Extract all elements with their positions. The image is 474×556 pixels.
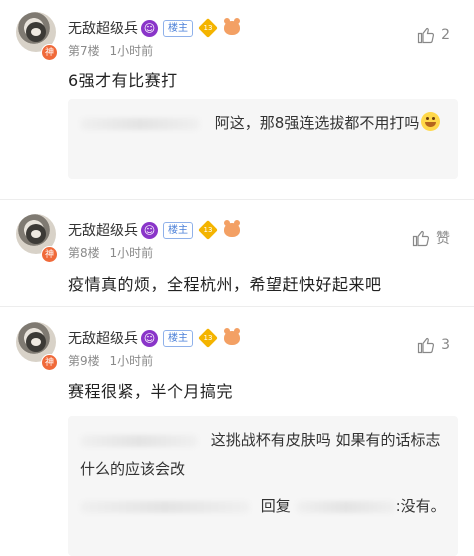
fan-badge-icon [224, 328, 240, 345]
fan-badge-icon [224, 18, 240, 35]
post-content: 6强才有比赛打 [68, 71, 178, 90]
devil-icon: ☺ [141, 329, 158, 347]
post-content: 赛程很紧，半个月搞完 [68, 382, 234, 401]
like-button[interactable]: 赞 [412, 228, 450, 248]
devil-icon: ☺ [141, 221, 158, 239]
like-count: 赞 [436, 231, 450, 247]
floor-number: 第8楼 [68, 246, 100, 260]
post-time: 1小时前 [109, 44, 154, 58]
post-time: 1小时前 [109, 246, 154, 260]
level-icon: 13 [198, 18, 218, 38]
level-icon: 13 [198, 328, 218, 348]
avatar-badge: 神 [41, 246, 58, 263]
blurred-username [80, 117, 200, 130]
post-meta: 第9楼 1小时前 [68, 352, 153, 369]
owner-badge: 楼主 [163, 19, 193, 37]
owner-badge: 楼主 [163, 221, 193, 239]
blurred-username [295, 500, 396, 513]
username[interactable]: 无敌超级兵 [68, 220, 138, 240]
divider [0, 199, 474, 200]
thumbs-up-icon [417, 337, 435, 354]
post-content: 疫情真的烦，全程杭州，希望赶快好起来吧 [68, 275, 382, 294]
post-meta: 第7楼 1小时前 [68, 42, 153, 59]
blurred-username [80, 434, 198, 447]
like-count: 2 [441, 27, 450, 43]
reply-box[interactable]: 这挑战杯有皮肤吗 如果有的话标志什么的应该会改 回复 :没有。 [68, 416, 458, 556]
like-button[interactable]: 2 [417, 26, 450, 44]
like-button[interactable]: 3 [417, 336, 450, 354]
floor-number: 第9楼 [68, 354, 100, 368]
divider [0, 306, 474, 307]
devil-icon: ☺ [141, 19, 158, 37]
reply-text: 阿这，那8强连选拔都不用打吗 [214, 114, 420, 132]
blurred-username [80, 500, 250, 513]
reply-item[interactable]: 这挑战杯有皮肤吗 如果有的话标志什么的应该会改 [80, 426, 446, 484]
username[interactable]: 无敌超级兵 [68, 328, 138, 348]
avatar-badge: 神 [41, 44, 58, 61]
post-time: 1小时前 [109, 354, 154, 368]
username[interactable]: 无敌超级兵 [68, 18, 138, 38]
thumbs-up-icon [412, 230, 430, 247]
reply-item[interactable]: 回复 :没有。 [80, 492, 446, 521]
thumbs-up-icon [417, 27, 435, 44]
floor-number: 第7楼 [68, 44, 100, 58]
reply-box[interactable]: 阿这，那8强连选拔都不用打吗 [68, 99, 458, 179]
like-count: 3 [441, 337, 450, 353]
reply-text: :没有。 [395, 497, 446, 515]
post-meta: 第8楼 1小时前 [68, 244, 153, 261]
reply-prefix: 回复 [260, 497, 291, 515]
grin-emoji-icon [421, 112, 441, 131]
owner-badge: 楼主 [163, 329, 193, 347]
avatar-badge: 神 [41, 354, 58, 371]
level-icon: 13 [198, 220, 218, 240]
fan-badge-icon [224, 220, 240, 237]
